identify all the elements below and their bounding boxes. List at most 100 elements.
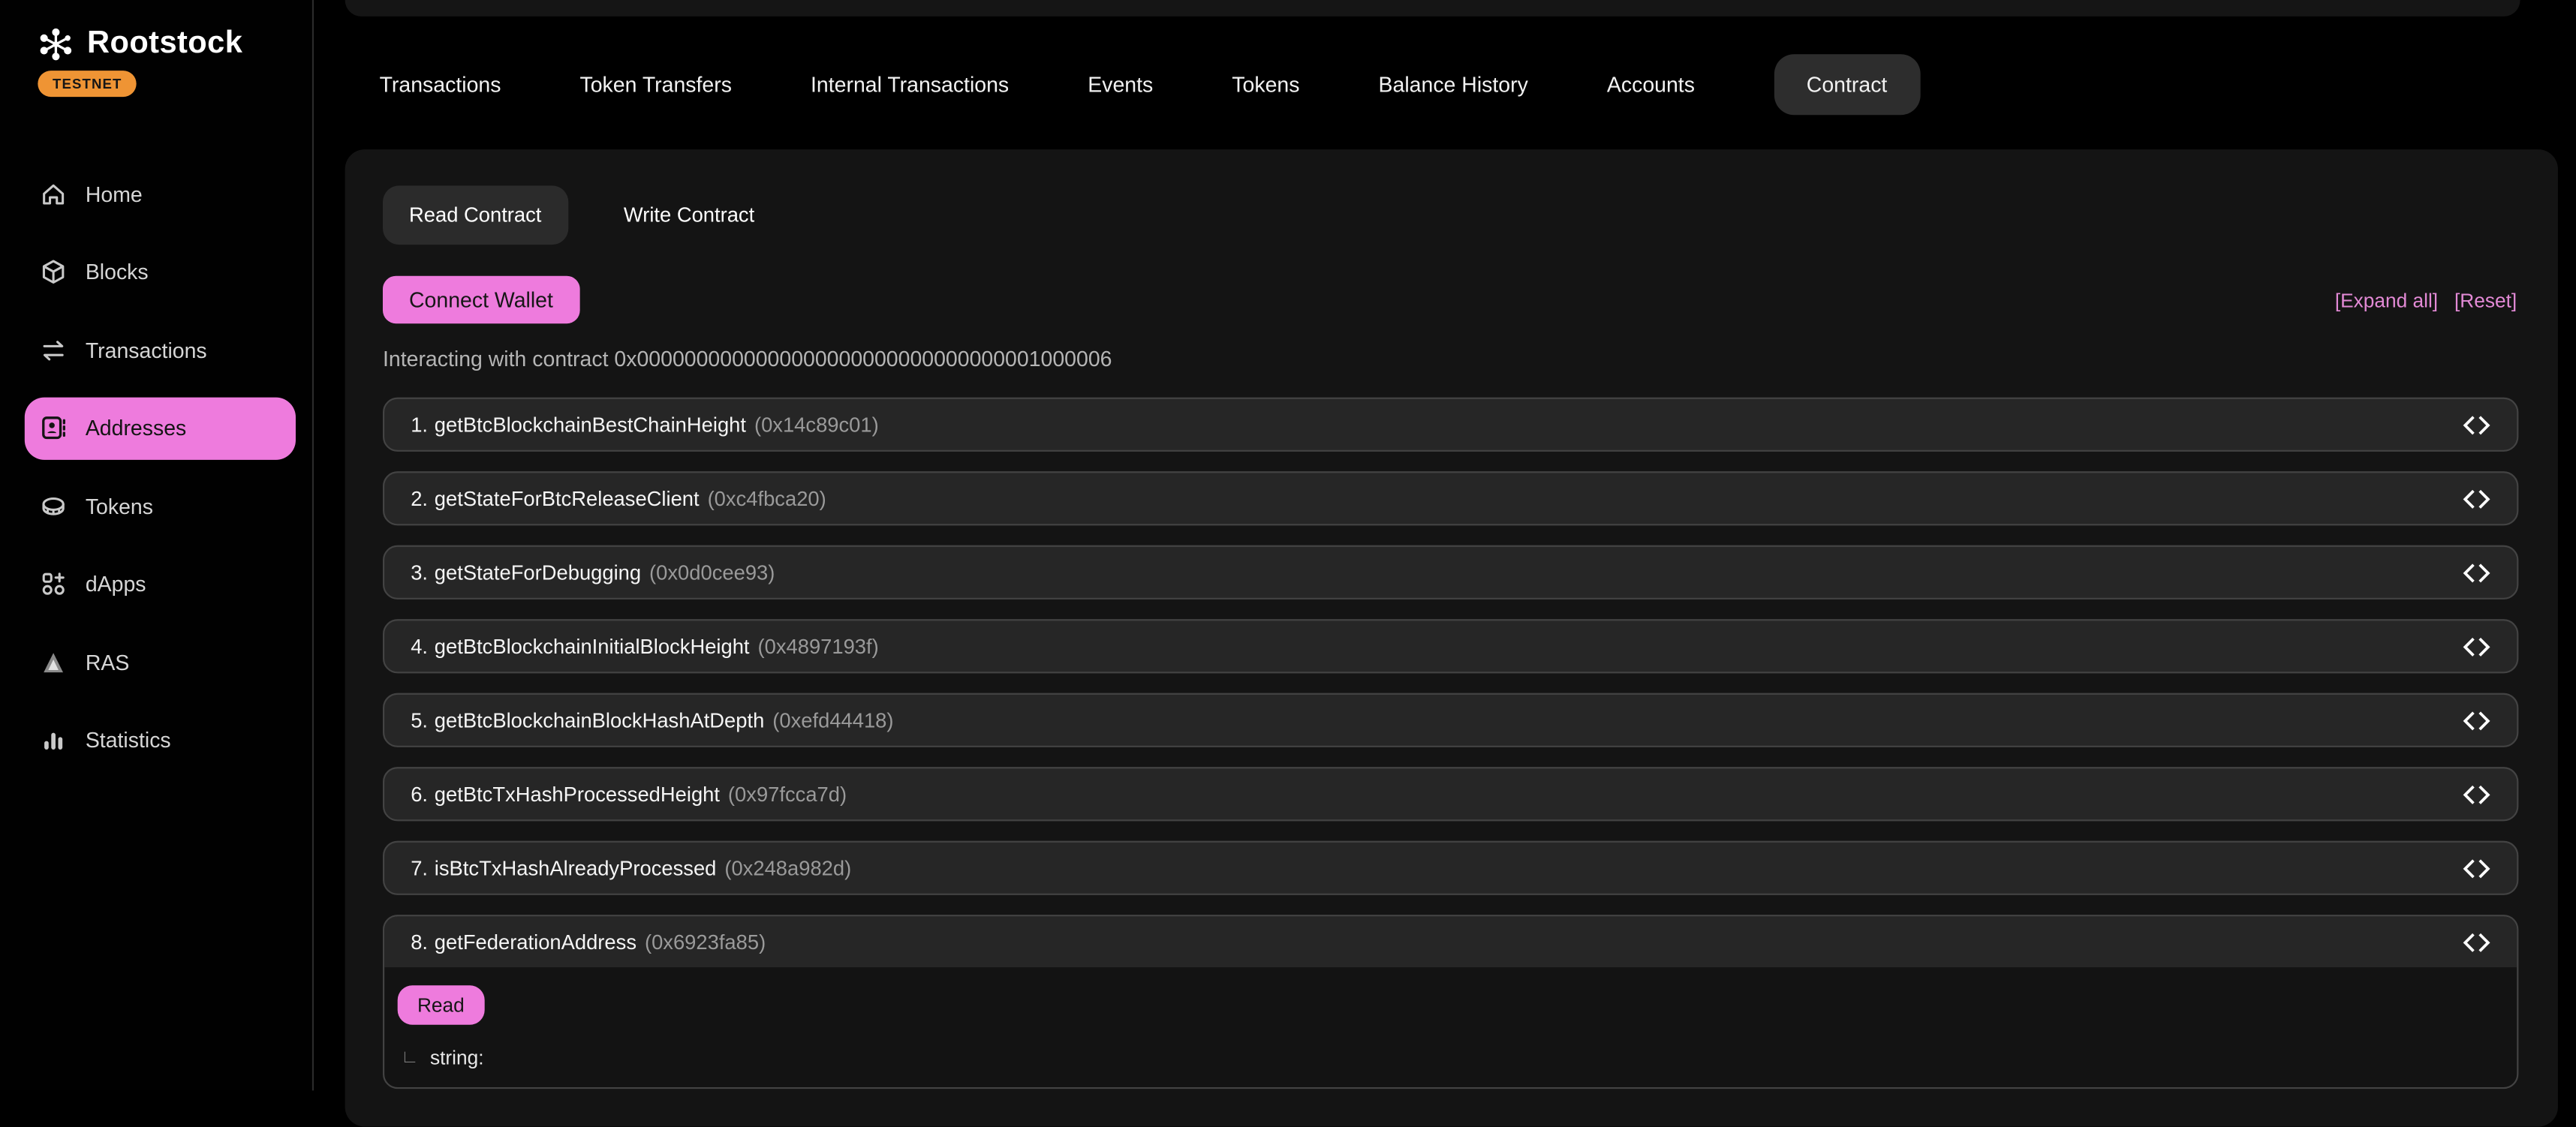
function-row-header[interactable]: 2.getStateForBtcReleaseClient(0xc4fbca20… bbox=[384, 473, 2517, 524]
sidebar: Rootstock TESTNET Home Blocks bbox=[0, 0, 314, 1091]
function-index: 3. bbox=[411, 560, 428, 584]
function-signature: (0x4897193f) bbox=[758, 635, 879, 658]
function-index: 4. bbox=[411, 635, 428, 658]
sidebar-item-blocks[interactable]: Blocks bbox=[25, 241, 296, 303]
sidebar-item-transactions[interactable]: Transactions bbox=[25, 319, 296, 381]
function-row-header[interactable]: 7. isBtcTxHashAlreadyProcessed (0x248a982d… bbox=[384, 843, 2517, 894]
wallet-row: Connect Wallet [Expand all] [Reset] bbox=[383, 276, 2517, 323]
read-button[interactable]: Read bbox=[398, 985, 484, 1025]
function-name: getStateForBtcReleaseClient bbox=[435, 487, 700, 510]
code-brackets-icon[interactable] bbox=[2463, 932, 2490, 951]
function-row: 8.getFederationAddress(0x6923fa85)Read∟s… bbox=[383, 915, 2518, 1089]
function-signature: (0x14c89c01) bbox=[754, 413, 879, 436]
tab-token-transfers[interactable]: Token Transfers bbox=[580, 72, 732, 97]
function-row-header[interactable]: 5. getBtcBlockchainBlockHashAtDepth (0xefd… bbox=[384, 695, 2517, 746]
function-name: getStateForDebugging bbox=[435, 560, 641, 584]
function-row: 6. getBtcTxHashProcessedHeight (0x97fcca7d… bbox=[383, 767, 2518, 821]
function-name: getBtcBlockchainInitialBlockHeight bbox=[435, 635, 750, 658]
function-row-header[interactable]: 4. getBtcBlockchainInitialBlockHeight (0x4… bbox=[384, 621, 2517, 672]
function-name: getBtcTxHashProcessedHeight bbox=[435, 783, 720, 806]
output-type: string: bbox=[430, 1046, 484, 1069]
tab-transactions[interactable]: Transactions bbox=[380, 72, 501, 97]
function-row: 2.getStateForBtcReleaseClient(0xc4fbca20… bbox=[383, 471, 2518, 525]
contract-address: 0x00000000000000000000000000000000010000… bbox=[614, 347, 1112, 371]
function-index: 2. bbox=[411, 487, 428, 510]
sidebar-item-ras[interactable]: RAS bbox=[25, 630, 296, 693]
function-index: 6. bbox=[411, 783, 428, 806]
tab-contract[interactable]: Contract bbox=[1774, 54, 1920, 115]
subtab-read-contract[interactable]: Read Contract bbox=[383, 185, 567, 245]
function-list: 1. getBtcBlockchainBestChainHeight (0x14c8… bbox=[383, 398, 2518, 1089]
sidebar-item-label: Blocks bbox=[86, 260, 149, 284]
tab-accounts[interactable]: Accounts bbox=[1607, 72, 1695, 97]
code-brackets-icon[interactable] bbox=[2463, 563, 2490, 582]
sidebar-item-label: Tokens bbox=[86, 494, 153, 518]
sidebar-item-label: dApps bbox=[86, 572, 146, 597]
function-name: isBtcTxHashAlreadyProcessed bbox=[435, 856, 717, 879]
contract-subtabs: Read Contract Write Contract bbox=[345, 149, 2558, 245]
function-name: getBtcBlockchainBestChainHeight bbox=[435, 413, 746, 436]
function-signature: (0xefd44418) bbox=[772, 708, 893, 732]
transactions-icon bbox=[40, 336, 68, 364]
ras-icon bbox=[40, 648, 68, 675]
function-row-header[interactable]: 8.getFederationAddress(0x6923fa85) bbox=[384, 916, 2517, 967]
function-signature: (0x6923fa85) bbox=[645, 930, 766, 954]
function-row-header[interactable]: 3.getStateForDebugging(0x0d0cee93) bbox=[384, 547, 2517, 598]
function-signature: (0x97fcca7d) bbox=[728, 783, 847, 806]
sidebar-item-home[interactable]: Home bbox=[25, 163, 296, 225]
addresses-icon bbox=[40, 414, 68, 442]
sidebar-item-label: Home bbox=[86, 182, 143, 206]
function-row-header[interactable]: 1. getBtcBlockchainBestChainHeight (0x14c8… bbox=[384, 399, 2517, 450]
panel-links: [Expand all] [Reset] bbox=[2335, 288, 2517, 311]
brand[interactable]: Rootstock bbox=[36, 25, 242, 65]
sidebar-item-label: Transactions bbox=[86, 338, 207, 362]
reset-link[interactable]: [Reset] bbox=[2454, 288, 2517, 311]
app-viewport: Rootstock TESTNET Home Blocks bbox=[0, 0, 2576, 1091]
function-row-header[interactable]: 6. getBtcTxHashProcessedHeight (0x97fcca7d… bbox=[384, 768, 2517, 819]
function-name: getFederationAddress bbox=[435, 930, 636, 954]
code-brackets-icon[interactable] bbox=[2463, 488, 2490, 508]
subtab-write-contract[interactable]: Write Contract bbox=[597, 185, 781, 245]
interacting-line: Interacting with contract 0x000000000000… bbox=[383, 347, 2558, 371]
sidebar-item-tokens[interactable]: Tokens bbox=[25, 475, 296, 537]
code-brackets-icon[interactable] bbox=[2463, 858, 2490, 878]
home-icon bbox=[40, 180, 68, 208]
sidebar-nav: Home Blocks Transactions bbox=[25, 163, 296, 787]
brand-name: Rootstock bbox=[87, 26, 242, 62]
return-corner-icon: ∟ bbox=[401, 1047, 419, 1067]
function-row: 4. getBtcBlockchainInitialBlockHeight (0x4… bbox=[383, 619, 2518, 673]
tab-internal-transactions[interactable]: Internal Transactions bbox=[811, 72, 1009, 97]
sidebar-item-label: RAS bbox=[86, 650, 130, 675]
function-name: getBtcBlockchainBlockHashAtDepth bbox=[435, 708, 765, 732]
rootstock-logo-icon bbox=[36, 25, 76, 65]
testnet-badge: TESTNET bbox=[38, 71, 137, 97]
code-brackets-icon[interactable] bbox=[2463, 711, 2490, 730]
tab-events[interactable]: Events bbox=[1088, 72, 1153, 97]
connect-wallet-button[interactable]: Connect Wallet bbox=[383, 276, 579, 323]
sidebar-item-statistics[interactable]: Statistics bbox=[25, 708, 296, 771]
code-brackets-icon[interactable] bbox=[2463, 784, 2490, 804]
expand-all-link[interactable]: [Expand all] bbox=[2335, 288, 2438, 311]
function-row: 1. getBtcBlockchainBestChainHeight (0x14c8… bbox=[383, 398, 2518, 452]
sidebar-item-label: Statistics bbox=[86, 728, 171, 753]
function-index: 7. bbox=[411, 856, 428, 879]
interacting-prefix: Interacting with contract bbox=[383, 347, 609, 371]
previous-card-bottom-edge bbox=[345, 0, 2520, 17]
contract-panel: Read Contract Write Contract Connect Wal… bbox=[345, 149, 2558, 1126]
tab-tokens[interactable]: Tokens bbox=[1232, 72, 1299, 97]
sidebar-item-label: Addresses bbox=[86, 416, 186, 440]
function-index: 5. bbox=[411, 708, 428, 732]
sidebar-item-dapps[interactable]: dApps bbox=[25, 553, 296, 615]
statistics-icon bbox=[40, 726, 68, 753]
code-brackets-icon[interactable] bbox=[2463, 415, 2490, 434]
sidebar-item-addresses[interactable]: Addresses bbox=[25, 397, 296, 459]
function-row: 5. getBtcBlockchainBlockHashAtDepth (0xefd… bbox=[383, 693, 2518, 747]
address-tabs: Transactions Token Transfers Internal Tr… bbox=[380, 54, 1921, 115]
function-row: 7. isBtcTxHashAlreadyProcessed (0x248a982d… bbox=[383, 841, 2518, 895]
function-expanded-body: Read ∟ string: bbox=[384, 967, 2517, 1087]
function-index: 1. bbox=[411, 413, 428, 436]
function-signature: (0x248a982d) bbox=[724, 856, 851, 879]
tokens-icon bbox=[40, 492, 68, 520]
tab-balance-history[interactable]: Balance History bbox=[1379, 72, 1528, 97]
code-brackets-icon[interactable] bbox=[2463, 636, 2490, 656]
